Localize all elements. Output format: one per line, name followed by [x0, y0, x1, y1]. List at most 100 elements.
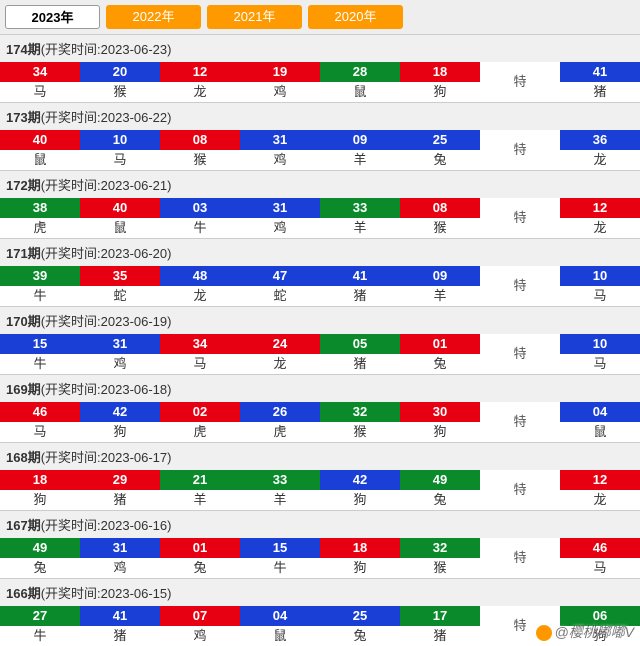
- ball-2: 12龙: [160, 62, 240, 102]
- ball-zodiac: 虎: [240, 422, 320, 442]
- draw-170: 170期(开奖时间:2023-06-19)15牛31鸡34马24龙05猪01兔特…: [0, 306, 640, 374]
- special-label: 特: [480, 266, 560, 306]
- ball-3: 15牛: [240, 538, 320, 578]
- ball-number: 30: [400, 402, 480, 422]
- ball-2: 21羊: [160, 470, 240, 510]
- ball-zodiac: 猴: [400, 558, 480, 578]
- draw-list: 174期(开奖时间:2023-06-23)34马20猴12龙19鸡28鼠18狗特…: [0, 34, 640, 646]
- special-label: 特: [480, 538, 560, 578]
- ball-zodiac: 龙: [240, 354, 320, 374]
- special-ball: 12龙: [560, 470, 640, 510]
- ball-1: 31鸡: [80, 334, 160, 374]
- ball-zodiac: 蛇: [240, 286, 320, 306]
- ball-1: 29猪: [80, 470, 160, 510]
- ball-zodiac: 鸡: [240, 150, 320, 170]
- ball-5: 01兔: [400, 334, 480, 374]
- ball-zodiac: 猴: [160, 150, 240, 170]
- ball-number: 42: [80, 402, 160, 422]
- ball-0: 40鼠: [0, 130, 80, 170]
- ball-zodiac: 鸡: [80, 354, 160, 374]
- ball-number: 25: [320, 606, 400, 626]
- special-label-cell: 特: [480, 538, 560, 578]
- year-tab-2[interactable]: 2021年: [207, 5, 302, 29]
- ball-2: 02虎: [160, 402, 240, 442]
- draw-173: 173期(开奖时间:2023-06-22)40鼠10马08猴31鸡09羊25兔特…: [0, 102, 640, 170]
- ball-number: 33: [320, 198, 400, 218]
- ball-zodiac: 龙: [160, 82, 240, 102]
- ball-2: 08猴: [160, 130, 240, 170]
- special-label-cell: 特: [480, 334, 560, 374]
- year-tab-1[interactable]: 2022年: [106, 5, 201, 29]
- draw-row: 18狗29猪21羊33羊42狗49兔特12龙: [0, 470, 640, 510]
- special-label-cell: 特: [480, 402, 560, 442]
- ball-zodiac: 狗: [320, 558, 400, 578]
- ball-zodiac: 猪: [560, 82, 640, 102]
- ball-number: 46: [0, 402, 80, 422]
- ball-4: 42狗: [320, 470, 400, 510]
- ball-number: 40: [0, 130, 80, 150]
- ball-number: 39: [0, 266, 80, 286]
- ball-zodiac: 狗: [560, 626, 640, 646]
- draw-row: 40鼠10马08猴31鸡09羊25兔特36龙: [0, 130, 640, 170]
- ball-number: 42: [320, 470, 400, 490]
- ball-number: 17: [400, 606, 480, 626]
- year-tab-3[interactable]: 2020年: [308, 5, 403, 29]
- ball-zodiac: 兔: [160, 558, 240, 578]
- ball-1: 41猪: [80, 606, 160, 646]
- ball-number: 49: [0, 538, 80, 558]
- year-tabs: 2023年2022年2021年2020年: [0, 0, 640, 34]
- ball-number: 18: [0, 470, 80, 490]
- ball-4: 09羊: [320, 130, 400, 170]
- ball-number: 34: [0, 62, 80, 82]
- ball-zodiac: 马: [560, 286, 640, 306]
- special-ball: 10马: [560, 266, 640, 306]
- ball-zodiac: 羊: [320, 218, 400, 238]
- draw-row: 27牛41猪07鸡04鼠25兔17猪特06狗: [0, 606, 640, 646]
- ball-1: 35蛇: [80, 266, 160, 306]
- ball-0: 38虎: [0, 198, 80, 238]
- special-label-cell: 特: [480, 62, 560, 102]
- ball-3: 31鸡: [240, 198, 320, 238]
- ball-number: 35: [80, 266, 160, 286]
- special-label: 特: [480, 470, 560, 510]
- ball-3: 33羊: [240, 470, 320, 510]
- ball-zodiac: 虎: [0, 218, 80, 238]
- ball-zodiac: 虎: [160, 422, 240, 442]
- ball-zodiac: 鸡: [240, 218, 320, 238]
- ball-2: 03牛: [160, 198, 240, 238]
- special-ball: 41猪: [560, 62, 640, 102]
- ball-3: 47蛇: [240, 266, 320, 306]
- special-label: 特: [480, 402, 560, 442]
- ball-1: 42狗: [80, 402, 160, 442]
- year-tab-0[interactable]: 2023年: [5, 5, 100, 29]
- ball-number: 31: [240, 130, 320, 150]
- ball-zodiac: 马: [560, 558, 640, 578]
- ball-3: 26虎: [240, 402, 320, 442]
- ball-0: 34马: [0, 62, 80, 102]
- ball-number: 38: [0, 198, 80, 218]
- ball-zodiac: 马: [0, 82, 80, 102]
- draw-174: 174期(开奖时间:2023-06-23)34马20猴12龙19鸡28鼠18狗特…: [0, 34, 640, 102]
- ball-zodiac: 羊: [160, 490, 240, 510]
- ball-number: 08: [400, 198, 480, 218]
- special-label: 特: [480, 198, 560, 238]
- ball-zodiac: 狗: [400, 82, 480, 102]
- ball-4: 28鼠: [320, 62, 400, 102]
- ball-number: 09: [320, 130, 400, 150]
- ball-zodiac: 牛: [0, 626, 80, 646]
- ball-1: 20猴: [80, 62, 160, 102]
- ball-4: 05猪: [320, 334, 400, 374]
- ball-0: 27牛: [0, 606, 80, 646]
- ball-0: 46马: [0, 402, 80, 442]
- ball-1: 31鸡: [80, 538, 160, 578]
- ball-number: 19: [240, 62, 320, 82]
- ball-number: 31: [240, 198, 320, 218]
- ball-zodiac: 鸡: [80, 558, 160, 578]
- special-label: 特: [480, 606, 560, 646]
- ball-5: 08猴: [400, 198, 480, 238]
- ball-zodiac: 兔: [400, 150, 480, 170]
- ball-5: 49兔: [400, 470, 480, 510]
- special-ball: 12龙: [560, 198, 640, 238]
- ball-number: 41: [320, 266, 400, 286]
- ball-number: 26: [240, 402, 320, 422]
